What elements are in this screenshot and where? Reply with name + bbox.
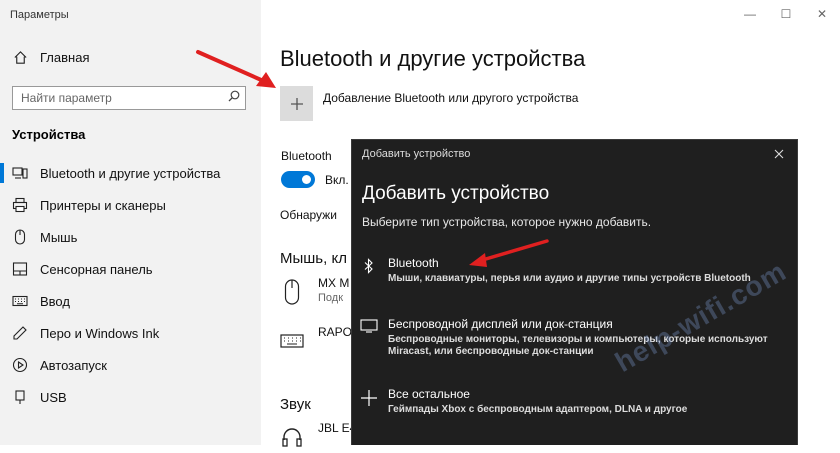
sidebar-item-pen[interactable]: Перо и Windows Ink xyxy=(0,317,261,349)
page-title: Bluetooth и другие устройства xyxy=(280,46,586,71)
pen-icon xyxy=(12,325,28,341)
device-text: MX M Подк xyxy=(318,276,349,308)
device-name: MX M xyxy=(318,276,350,290)
minimize-button[interactable]: — xyxy=(732,0,768,28)
discoverable-text: Обнаружи xyxy=(280,208,337,222)
plus-icon xyxy=(360,387,378,416)
bluetooth-toggle[interactable] xyxy=(281,171,315,188)
device-text: RAPO xyxy=(318,325,352,357)
device-status: Подк xyxy=(318,292,344,304)
plus-icon xyxy=(290,97,303,110)
home-icon xyxy=(12,49,28,65)
mouse-icon xyxy=(280,276,304,308)
window-controls: — ☐ ✕ xyxy=(732,0,840,28)
keyboard-icon xyxy=(12,293,28,309)
section-devices-title: Устройства xyxy=(12,127,86,142)
option-name: Беспроводной дисплей или док-станция xyxy=(388,317,613,331)
add-device-label[interactable]: Добавление Bluetooth или другого устройс… xyxy=(323,91,578,105)
bluetooth-icon xyxy=(360,256,378,285)
dialog-titlebar: Добавить устройство xyxy=(352,140,797,167)
dialog-subtitle: Выберите тип устройства, которое нужно д… xyxy=(362,215,652,229)
nav-home[interactable]: Главная xyxy=(12,49,89,65)
option-text: Беспроводной дисплей или док-станция Бес… xyxy=(388,317,805,358)
keyboard-icon xyxy=(280,325,304,357)
sidebar-item-touchpad[interactable]: Сенсорная панель xyxy=(0,253,261,285)
device-item[interactable]: JBL E4 xyxy=(280,421,356,453)
bluetooth-label: Bluetooth xyxy=(281,149,332,163)
toggle-state-text: Вкл. xyxy=(325,172,349,187)
sidebar-item-printers[interactable]: Принтеры и сканеры xyxy=(0,189,261,221)
sidebar-item-bluetooth[interactable]: Bluetooth и другие устройства xyxy=(0,157,261,189)
option-everything-else[interactable]: Все остальное Геймпады Xbox с беспроводн… xyxy=(352,387,805,416)
bluetooth-toggle-row: Вкл. xyxy=(281,171,349,188)
nav-list: Bluetooth и другие устройства Принтеры и… xyxy=(0,157,261,413)
dialog-title: Добавить устройство xyxy=(362,147,471,160)
section-sound: Звук xyxy=(280,396,311,413)
option-name: Bluetooth xyxy=(388,256,439,270)
touchpad-icon xyxy=(12,261,28,277)
device-name: RAPO xyxy=(318,325,353,339)
window-title: Параметры xyxy=(10,9,69,21)
mouse-icon xyxy=(12,229,28,245)
sidebar-item-autoplay[interactable]: Автозапуск xyxy=(0,349,261,381)
devices-icon xyxy=(12,165,28,181)
sidebar-item-label: Ввод xyxy=(40,293,70,309)
sidebar-item-label: Сенсорная панель xyxy=(40,261,153,277)
dialog-heading: Добавить устройство xyxy=(362,183,550,204)
maximize-button[interactable]: ☐ xyxy=(768,0,804,28)
option-text: Все остальное Геймпады Xbox с беспроводн… xyxy=(388,387,687,416)
printer-icon xyxy=(12,197,28,213)
headphones-icon xyxy=(280,421,304,453)
close-icon[interactable] xyxy=(771,146,787,162)
section-mouse-keyboard: Мышь, кл xyxy=(280,250,347,267)
annotation-arrow xyxy=(469,239,549,267)
option-wireless-display[interactable]: Беспроводной дисплей или док-станция Бес… xyxy=(352,317,805,358)
sidebar-item-label: Bluetooth и другие устройства xyxy=(40,165,221,181)
usb-icon xyxy=(12,389,28,405)
sidebar-item-usb[interactable]: USB xyxy=(0,381,261,413)
sidebar-item-label: Автозапуск xyxy=(40,357,107,373)
add-device-row[interactable]: Добавление Bluetooth или другого устройс… xyxy=(280,86,578,121)
option-description: Геймпады Xbox с беспроводным адаптером, … xyxy=(388,404,688,415)
monitor-icon xyxy=(360,317,378,358)
sidebar-item-label: Принтеры и сканеры xyxy=(40,197,166,213)
option-text: Bluetooth Мыши, клавиатуры, перья или ау… xyxy=(388,256,751,285)
device-item[interactable]: MX M Подк xyxy=(280,276,349,308)
annotation-arrow xyxy=(196,50,276,88)
sidebar-item-label: Перо и Windows Ink xyxy=(40,325,160,341)
sidebar-item-label: USB xyxy=(40,389,67,405)
option-description: Мыши, клавиатуры, перья или аудио и друг… xyxy=(388,273,751,284)
sidebar-item-typing[interactable]: Ввод xyxy=(0,285,261,317)
sidebar-item-label: Мышь xyxy=(40,229,78,245)
device-item[interactable]: RAPO xyxy=(280,325,352,357)
autoplay-icon xyxy=(12,357,28,373)
sidebar-item-mouse[interactable]: Мышь xyxy=(0,221,261,253)
option-name: Все остальное xyxy=(388,387,470,401)
option-description: Беспроводные мониторы, телевизоры и комп… xyxy=(388,334,768,357)
close-button[interactable]: ✕ xyxy=(804,0,840,28)
nav-home-label: Главная xyxy=(40,49,90,65)
